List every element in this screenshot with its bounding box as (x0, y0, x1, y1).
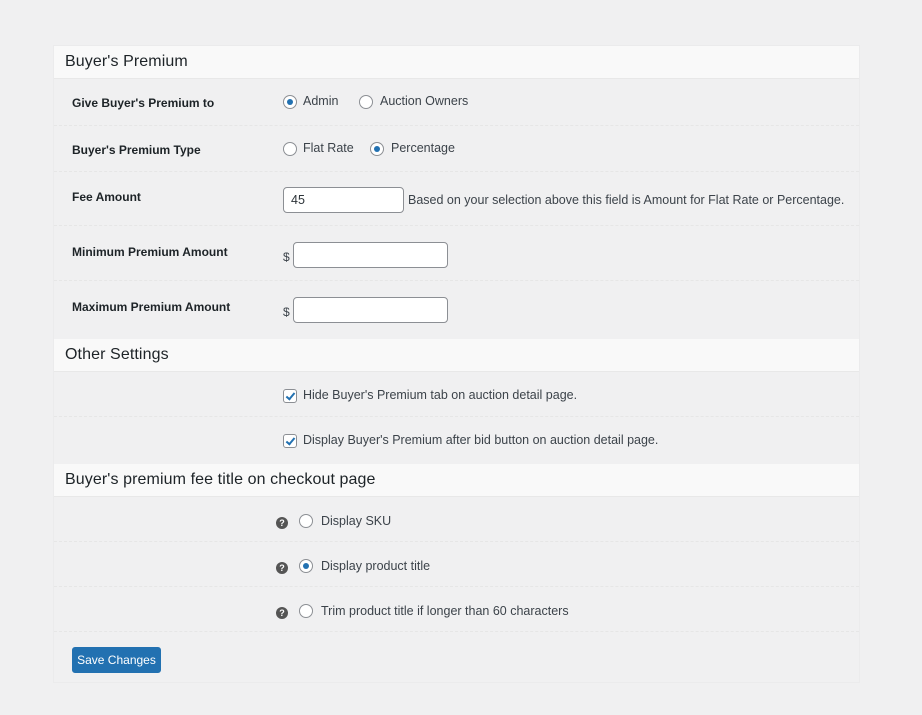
radio-display-sku-label[interactable]: Display SKU (321, 514, 391, 528)
row-trim-product-title: ? Trim product title if longer than 60 c… (54, 587, 859, 632)
row-give-premium-to: Give Buyer's Premium to Admin Auction Ow… (54, 79, 859, 126)
maximum-premium-label: Maximum Premium Amount (72, 300, 231, 314)
radio-trim-product-title-label[interactable]: Trim product title if longer than 60 cha… (321, 604, 569, 618)
checkbox-display-after-bid-label[interactable]: Display Buyer's Premium after bid button… (303, 433, 658, 447)
radio-auction-owners[interactable] (359, 95, 373, 109)
row-display-after-bid: Display Buyer's Premium after bid button… (54, 417, 859, 464)
checkbox-hide-premium-tab-label[interactable]: Hide Buyer's Premium tab on auction deta… (303, 388, 577, 402)
section-header-other-settings: Other Settings (54, 339, 859, 372)
maximum-currency-symbol: $ (283, 305, 290, 319)
radio-admin-label[interactable]: Admin (303, 94, 338, 108)
row-premium-type: Buyer's Premium Type Flat Rate Percentag… (54, 126, 859, 172)
fee-amount-description: Based on your selection above this field… (408, 193, 845, 207)
fee-amount-label: Fee Amount (72, 190, 141, 204)
radio-flat-rate-label[interactable]: Flat Rate (303, 141, 354, 155)
row-maximum-premium: Maximum Premium Amount $ (54, 281, 859, 339)
save-changes-button[interactable]: Save Changes (72, 647, 161, 673)
help-icon[interactable]: ? (276, 607, 288, 619)
row-fee-amount: Fee Amount Based on your selection above… (54, 172, 859, 226)
radio-percentage[interactable] (370, 142, 384, 156)
radio-flat-rate[interactable] (283, 142, 297, 156)
radio-admin[interactable] (283, 95, 297, 109)
give-premium-to-label: Give Buyer's Premium to (72, 96, 215, 110)
checkbox-hide-premium-tab[interactable] (283, 389, 297, 403)
row-hide-premium-tab: Hide Buyer's Premium tab on auction deta… (54, 372, 859, 417)
settings-panel: Buyer's Premium Give Buyer's Premium to … (53, 45, 860, 683)
minimum-currency-symbol: $ (283, 250, 290, 264)
radio-trim-product-title[interactable] (299, 604, 313, 618)
help-icon[interactable]: ? (276, 562, 288, 574)
radio-display-product-title-label[interactable]: Display product title (321, 559, 430, 573)
maximum-premium-input[interactable] (293, 297, 448, 323)
section-header-checkout-title: Buyer's premium fee title on checkout pa… (54, 464, 859, 497)
section-header-buyers-premium: Buyer's Premium (54, 46, 859, 79)
help-icon[interactable]: ? (276, 517, 288, 529)
row-display-product-title: ? Display product title (54, 542, 859, 587)
minimum-premium-input[interactable] (293, 242, 448, 268)
checkbox-display-after-bid[interactable] (283, 434, 297, 448)
radio-auction-owners-label[interactable]: Auction Owners (380, 94, 468, 108)
row-display-sku: ? Display SKU (54, 497, 859, 542)
radio-display-sku[interactable] (299, 514, 313, 528)
fee-amount-input[interactable] (283, 187, 404, 213)
radio-percentage-label[interactable]: Percentage (391, 141, 455, 155)
section-title: Other Settings (65, 346, 169, 363)
row-minimum-premium: Minimum Premium Amount $ (54, 226, 859, 281)
premium-type-label: Buyer's Premium Type (72, 143, 201, 157)
minimum-premium-label: Minimum Premium Amount (72, 245, 228, 259)
radio-display-product-title[interactable] (299, 559, 313, 573)
section-title: Buyer's premium fee title on checkout pa… (65, 471, 376, 488)
section-title: Buyer's Premium (65, 53, 188, 70)
